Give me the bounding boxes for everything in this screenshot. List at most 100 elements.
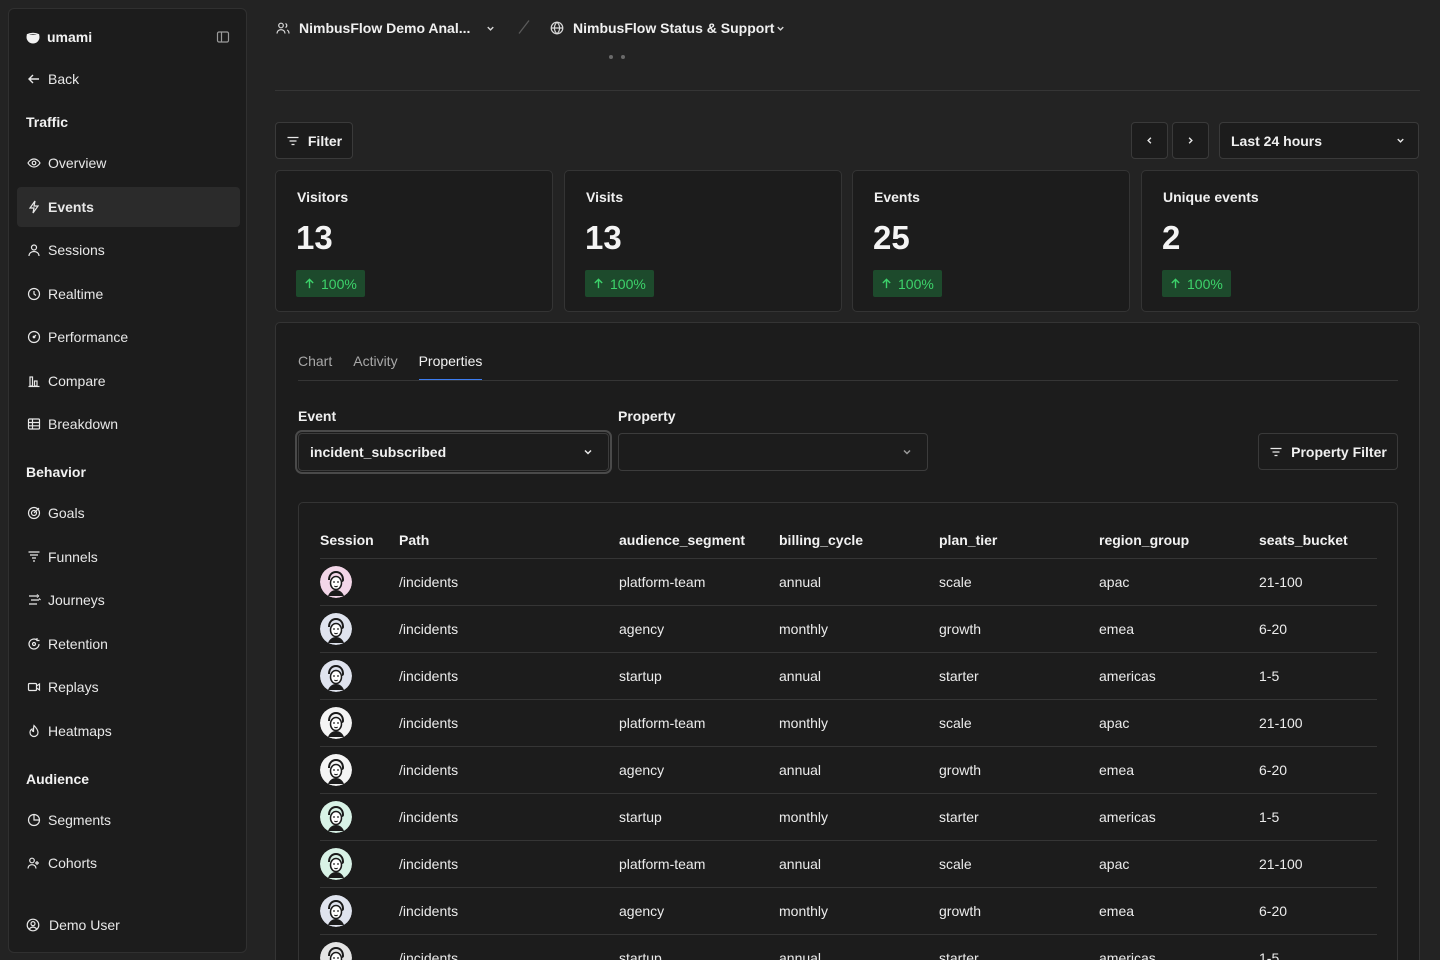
session-avatar-icon[interactable] <box>320 566 352 598</box>
cell-billing-cycle: annual <box>779 950 822 960</box>
column-header-audience-segment[interactable]: audience_segment <box>619 529 745 558</box>
table-row[interactable]: /incidents platform-team annual scale apac 21… <box>320 559 1377 606</box>
cell-plan-tier: scale <box>939 715 972 731</box>
sidebar-item-realtime[interactable]: Realtime <box>17 274 240 314</box>
sidebar-item-goals[interactable]: Goals <box>17 493 240 533</box>
table-row[interactable]: /incidents startup annual starter americas 1-… <box>320 653 1377 700</box>
sidebar-item-funnels[interactable]: Funnels <box>17 537 240 577</box>
column-header-plan-tier[interactable]: plan_tier <box>939 529 997 558</box>
session-avatar-icon[interactable] <box>320 660 352 692</box>
column-header-seats-bucket[interactable]: seats_bucket <box>1259 529 1348 558</box>
cell-plan-tier: starter <box>939 950 979 960</box>
arrow-up-icon <box>594 278 603 289</box>
event-select[interactable]: incident_subscribed <box>295 430 612 474</box>
sidebar-item-label: Segments <box>48 812 112 828</box>
team-selector[interactable]: NimbusFlow Demo Anal... <box>276 16 496 40</box>
cell-path[interactable]: /incidents <box>399 794 458 840</box>
section-audience: Audience <box>26 771 90 787</box>
tab-activity[interactable]: Activity <box>353 353 397 381</box>
cell-region-group: apac <box>1099 715 1130 731</box>
user-menu[interactable]: Demo User <box>26 917 120 933</box>
cell-path[interactable]: /incidents <box>399 653 458 699</box>
back-link[interactable]: Back <box>17 59 240 99</box>
sidebar-item-label: Retention <box>48 636 108 652</box>
arrow-up-icon <box>1171 278 1180 289</box>
session-avatar-icon[interactable] <box>320 848 352 880</box>
sidebar-item-events[interactable]: Events <box>17 187 240 227</box>
cell-session <box>320 559 352 605</box>
sidebar-item-heatmaps[interactable]: Heatmaps <box>17 711 240 751</box>
sidebar-item-breakdown[interactable]: Breakdown <box>17 404 240 444</box>
table-row[interactable]: /incidents agency monthly growth emea 6-20 <box>320 606 1377 653</box>
session-avatar-icon[interactable] <box>320 613 352 645</box>
arrow-left-icon <box>28 74 39 84</box>
website-selector[interactable]: NimbusFlow Status & Support <box>550 16 786 40</box>
metric-card-visitors: Visitors 13 100% <box>275 170 553 312</box>
column-header-region-group[interactable]: region_group <box>1099 529 1189 558</box>
sidebar-collapse-icon[interactable] <box>216 30 230 44</box>
cell-path[interactable]: /incidents <box>399 606 458 652</box>
sidebar-item-label: Replays <box>48 679 99 695</box>
sidebar-item-label: Overview <box>48 155 107 171</box>
grid-icon <box>27 418 41 430</box>
sidebar-item-retention[interactable]: Retention <box>17 624 240 664</box>
target-icon <box>27 506 41 520</box>
property-field-label: Property <box>618 408 676 424</box>
cell-path[interactable]: /incidents <box>399 935 458 960</box>
metric-label: Unique events <box>1163 189 1259 205</box>
cell-seats-bucket: 6-20 <box>1259 903 1288 919</box>
cell-region-group: apac <box>1099 574 1130 590</box>
cell-seats-bucket: 6-20 <box>1259 621 1288 637</box>
column-header-billing-cycle[interactable]: billing_cycle <box>779 529 863 558</box>
eye-icon <box>27 158 41 168</box>
session-avatar-icon[interactable] <box>320 754 352 786</box>
cell-region-group: americas <box>1099 668 1156 684</box>
sidebar-item-segments[interactable]: Segments <box>17 800 240 840</box>
table-row[interactable]: /incidents startup monthly starter americas 1… <box>320 794 1377 841</box>
brand[interactable]: umami <box>26 29 92 45</box>
sidebar-item-compare[interactable]: Compare <box>17 361 240 401</box>
sidebar-item-replays[interactable]: Replays <box>17 667 240 707</box>
sidebar-item-cohorts[interactable]: Cohorts <box>17 843 240 883</box>
column-header-path[interactable]: Path <box>399 529 429 558</box>
session-avatar-icon[interactable] <box>320 801 352 833</box>
table-row[interactable]: /incidents startup annual starter americas 1-… <box>320 935 1377 960</box>
metric-label: Visits <box>586 189 624 205</box>
tab-chart[interactable]: Chart <box>298 353 332 381</box>
date-range-select[interactable]: Last 24 hours <box>1219 122 1419 159</box>
sidebar-item-journeys[interactable]: Journeys <box>17 580 240 620</box>
cell-path[interactable]: /incidents <box>399 747 458 793</box>
retention-icon <box>28 638 40 650</box>
filter-button[interactable]: Filter <box>275 122 353 159</box>
column-header-session[interactable]: Session <box>320 529 374 558</box>
table-row[interactable]: /incidents platform-team annual scale apac 21… <box>320 841 1377 888</box>
session-avatar-icon[interactable] <box>320 942 352 960</box>
cell-session <box>320 700 352 746</box>
cell-path[interactable]: /incidents <box>399 700 458 746</box>
tabs-divider <box>298 380 1398 381</box>
cell-region-group: emea <box>1099 903 1135 919</box>
cell-session <box>320 747 352 793</box>
sidebar-item-label: Realtime <box>48 286 104 302</box>
table-row[interactable]: /incidents agency monthly growth emea 6-20 <box>320 888 1377 935</box>
table-row[interactable]: /incidents agency annual growth emea 6-20 <box>320 747 1377 794</box>
property-select[interactable] <box>618 433 928 471</box>
cell-path[interactable]: /incidents <box>399 559 458 605</box>
tab-properties[interactable]: Properties <box>418 353 483 381</box>
cell-audience-segment: platform-team <box>619 856 706 872</box>
prev-period-button[interactable] <box>1131 122 1168 159</box>
session-avatar-icon[interactable] <box>320 707 352 739</box>
sidebar-item-sessions[interactable]: Sessions <box>17 230 240 270</box>
gauge-icon <box>27 330 41 344</box>
cell-path[interactable]: /incidents <box>399 888 458 934</box>
session-avatar-icon[interactable] <box>320 895 352 927</box>
next-period-button[interactable] <box>1172 122 1209 159</box>
cell-billing-cycle: annual <box>779 856 822 872</box>
table-row[interactable]: /incidents platform-team monthly scale apac 2… <box>320 700 1377 747</box>
sidebar-item-performance[interactable]: Performance <box>17 317 240 357</box>
cell-path[interactable]: /incidents <box>399 841 458 887</box>
chevron-left-icon <box>1147 137 1152 144</box>
sidebar-item-overview[interactable]: Overview <box>17 143 240 183</box>
property-filter-button[interactable]: Property Filter <box>1258 433 1398 470</box>
funnel-icon <box>28 551 40 562</box>
